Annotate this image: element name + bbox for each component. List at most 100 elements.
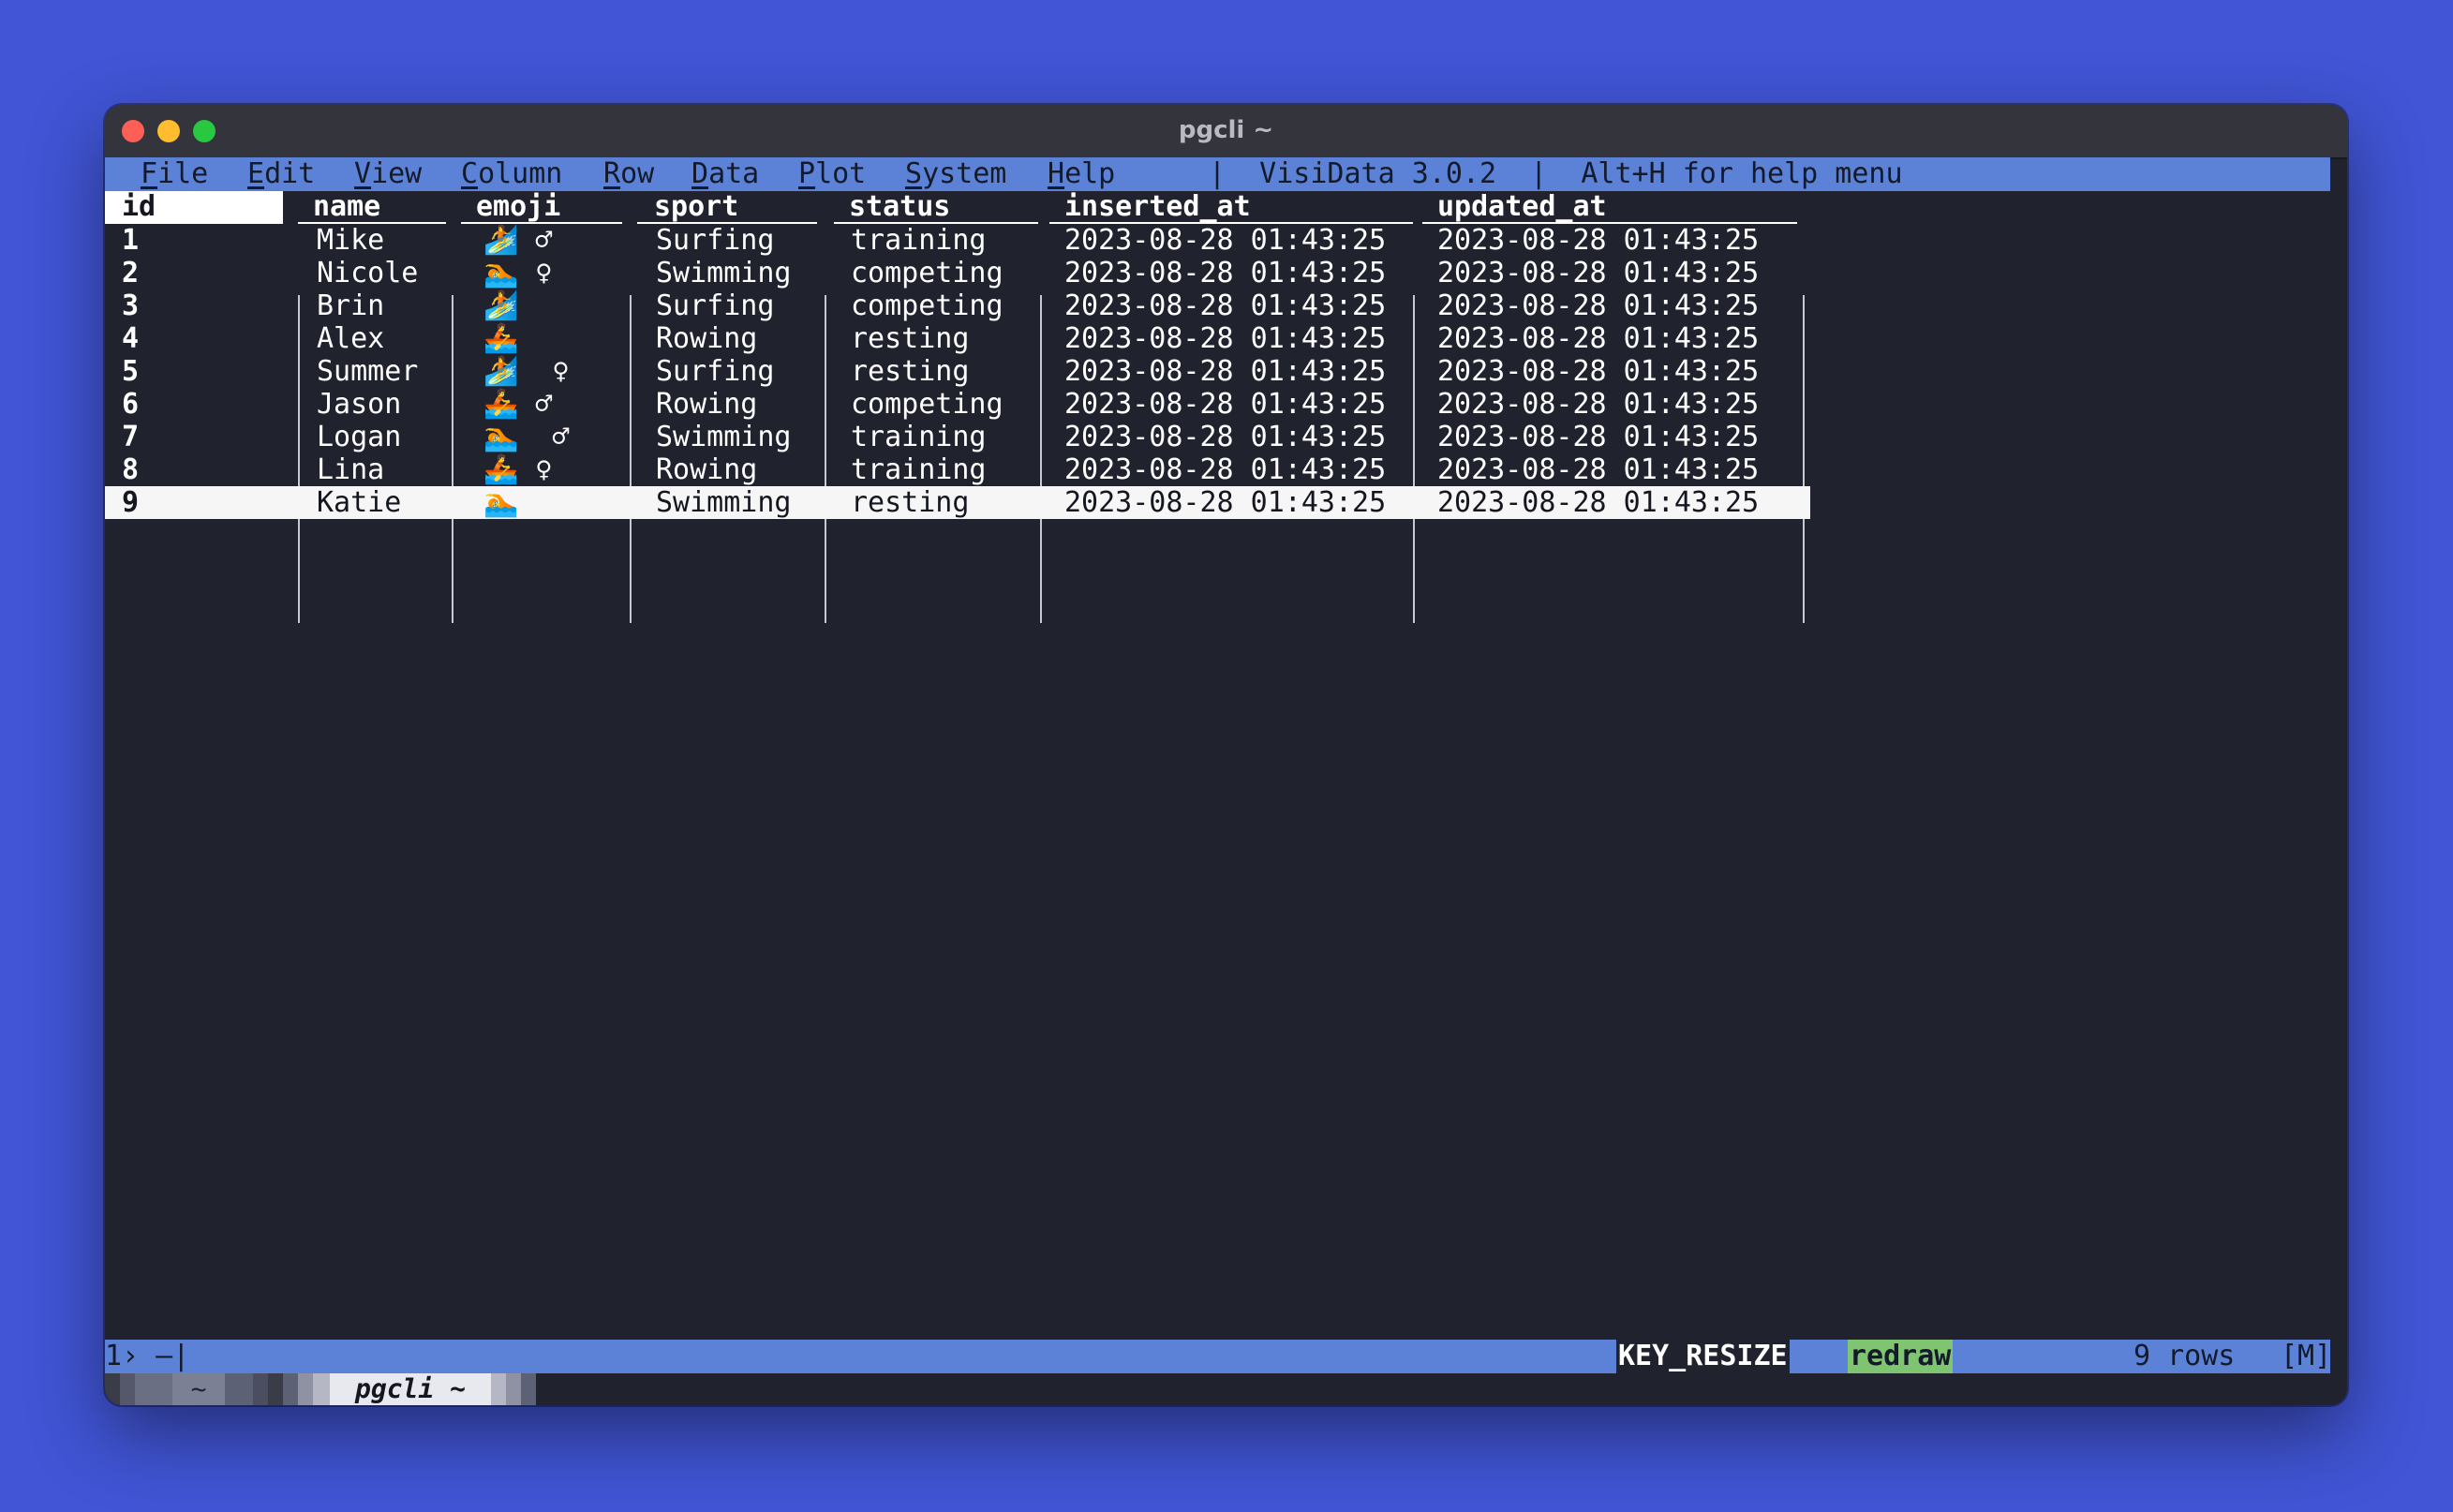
row-count: 9 rows (2133, 1340, 2236, 1372)
cell-name[interactable]: Alex (317, 322, 384, 355)
sheet-indicator: 1› –| (105, 1340, 190, 1372)
cell-name[interactable]: Summer (317, 355, 418, 388)
cell-inserted-at[interactable]: 2023-08-28 01:43:25 (1064, 388, 1386, 421)
cell-sport[interactable]: Surfing (656, 355, 774, 388)
cell-inserted-at[interactable]: 2023-08-28 01:43:25 (1064, 355, 1386, 388)
menu-plot[interactable]: Plot (798, 157, 866, 191)
cell-sport[interactable]: Surfing (656, 224, 774, 257)
cell-id[interactable]: 9 (122, 486, 139, 519)
cell-status[interactable]: resting (851, 322, 969, 355)
cell-emoji[interactable]: 🏊 ♂ (483, 421, 570, 453)
table-row[interactable]: 2 Nicole 🏊 ♀ Swimming competing 2023-08-28 01… (105, 257, 2347, 289)
cell-name[interactable]: Mike (317, 224, 384, 257)
cell-inserted-at[interactable]: 2023-08-28 01:43:25 (1064, 453, 1386, 486)
cell-name[interactable]: Brin (317, 289, 384, 322)
table-row[interactable]: 6 Jason 🚣 ♂ Rowing competing 2023-08-28 01:43… (105, 388, 2347, 421)
menu-system[interactable]: System (905, 157, 1006, 191)
table-row[interactable]: 4 Alex 🚣 Rowing resting 2023-08-28 01:43:25 20… (105, 322, 2347, 355)
cell-updated-at[interactable]: 2023-08-28 01:43:25 (1437, 453, 1759, 486)
cell-updated-at[interactable]: 2023-08-28 01:43:25 (1437, 322, 1759, 355)
column-header-emoji[interactable]: emoji (461, 191, 622, 224)
column-header-status[interactable]: status (834, 191, 1038, 224)
cell-inserted-at[interactable]: 2023-08-28 01:43:25 (1064, 289, 1386, 322)
cell-inserted-at[interactable]: 2023-08-28 01:43:25 (1064, 322, 1386, 355)
table-row[interactable]: 7 Logan 🏊 ♂ Swimming training 2023-08-28 01:4… (105, 421, 2347, 453)
table-row[interactable]: 5 Summer 🏄 ♀ Surfing resting 2023-08-28 01:43… (105, 355, 2347, 388)
cell-id[interactable]: 3 (122, 289, 139, 322)
column-header-sport[interactable]: sport (637, 191, 817, 224)
table-row[interactable]: 9 Katie 🏊 Swimming resting 2023-08-28 01:43:2… (105, 486, 1810, 519)
cell-inserted-at[interactable]: 2023-08-28 01:43:25 (1064, 224, 1386, 257)
tmux-window-2[interactable]: pgcli ~ (330, 1373, 491, 1405)
cell-emoji[interactable]: 🏄 ♀ (483, 355, 570, 388)
menu-column[interactable]: Column (461, 157, 562, 191)
cell-status[interactable]: resting (851, 355, 969, 388)
cell-emoji[interactable]: 🚣 (483, 322, 518, 355)
cell-status[interactable]: competing (851, 289, 1004, 322)
menu-view[interactable]: View (354, 157, 422, 191)
cell-name[interactable]: Jason (317, 388, 401, 421)
cell-sport[interactable]: Swimming (656, 486, 792, 519)
cell-sport[interactable]: Rowing (656, 453, 757, 486)
tmux-block (283, 1373, 298, 1405)
table-row[interactable]: 8 Lina 🚣 ♀ Rowing training 2023-08-28 01:43:2… (105, 453, 2347, 486)
cell-emoji[interactable]: 🏊 (483, 486, 518, 519)
window-title: pgcli ~ (1178, 116, 1274, 144)
tmux-block (521, 1373, 536, 1405)
cell-id[interactable]: 2 (122, 257, 139, 289)
column-header-updated-at[interactable]: updated_at (1422, 191, 1797, 224)
cell-status[interactable]: competing (851, 388, 1004, 421)
cell-id[interactable]: 5 (122, 355, 139, 388)
cell-updated-at[interactable]: 2023-08-28 01:43:25 (1437, 388, 1759, 421)
cell-updated-at[interactable]: 2023-08-28 01:43:25 (1437, 486, 1759, 519)
cell-id[interactable]: 1 (122, 224, 139, 257)
cell-emoji[interactable]: 🏄 ♂ (483, 224, 552, 257)
cell-inserted-at[interactable]: 2023-08-28 01:43:25 (1064, 421, 1386, 453)
column-header-id[interactable]: id (105, 191, 283, 224)
tmux-block (135, 1373, 172, 1405)
cell-inserted-at[interactable]: 2023-08-28 01:43:25 (1064, 486, 1386, 519)
tmux-block (491, 1373, 506, 1405)
cell-emoji[interactable]: 🏊 ♀ (483, 257, 552, 289)
cell-name[interactable]: Logan (317, 421, 401, 453)
menu-data[interactable]: Data (691, 157, 759, 191)
tmux-block (298, 1373, 313, 1405)
cell-sport[interactable]: Surfing (656, 289, 774, 322)
cell-emoji[interactable]: 🚣 ♂ (483, 388, 552, 421)
cell-name[interactable]: Lina (317, 453, 384, 486)
cell-emoji[interactable]: 🏄 (483, 289, 518, 322)
cell-sport[interactable]: Swimming (656, 257, 792, 289)
cell-id[interactable]: 8 (122, 453, 139, 486)
cell-status[interactable]: training (851, 421, 987, 453)
cell-status[interactable]: training (851, 224, 987, 257)
column-header-name[interactable]: name (298, 191, 446, 224)
cell-status[interactable]: resting (851, 486, 969, 519)
cell-updated-at[interactable]: 2023-08-28 01:43:25 (1437, 289, 1759, 322)
cell-name[interactable]: Katie (317, 486, 401, 519)
tmux-window-1[interactable]: ~ (172, 1373, 225, 1405)
cell-name[interactable]: Nicole (317, 257, 418, 289)
cell-sport[interactable]: Rowing (656, 388, 757, 421)
cell-status[interactable]: training (851, 453, 987, 486)
cell-updated-at[interactable]: 2023-08-28 01:43:25 (1437, 224, 1759, 257)
cell-updated-at[interactable]: 2023-08-28 01:43:25 (1437, 421, 1759, 453)
cell-status[interactable]: competing (851, 257, 1004, 289)
menu-row[interactable]: Row (603, 157, 654, 191)
cell-updated-at[interactable]: 2023-08-28 01:43:25 (1437, 355, 1759, 388)
menu-help[interactable]: Help (1048, 157, 1115, 191)
table-row[interactable]: 1 Mike 🏄 ♂ Surfing training 2023-08-28 01:43:… (105, 224, 2347, 257)
terminal-window: pgcli ~ File Edit View Column Row Data P… (105, 105, 2347, 1405)
column-header-inserted-at[interactable]: inserted_at (1049, 191, 1413, 224)
table-row[interactable]: 3 Brin 🏄 Surfing competing 2023-08-28 01:43:2… (105, 289, 2347, 322)
cell-sport[interactable]: Swimming (656, 421, 792, 453)
cell-emoji[interactable]: 🚣 ♀ (483, 453, 552, 486)
cell-sport[interactable]: Rowing (656, 322, 757, 355)
menu-file[interactable]: File (141, 157, 208, 191)
tmux-block (120, 1373, 135, 1405)
cell-id[interactable]: 6 (122, 388, 139, 421)
cell-inserted-at[interactable]: 2023-08-28 01:43:25 (1064, 257, 1386, 289)
cell-id[interactable]: 7 (122, 421, 139, 453)
cell-id[interactable]: 4 (122, 322, 139, 355)
cell-updated-at[interactable]: 2023-08-28 01:43:25 (1437, 257, 1759, 289)
menu-edit[interactable]: Edit (247, 157, 315, 191)
